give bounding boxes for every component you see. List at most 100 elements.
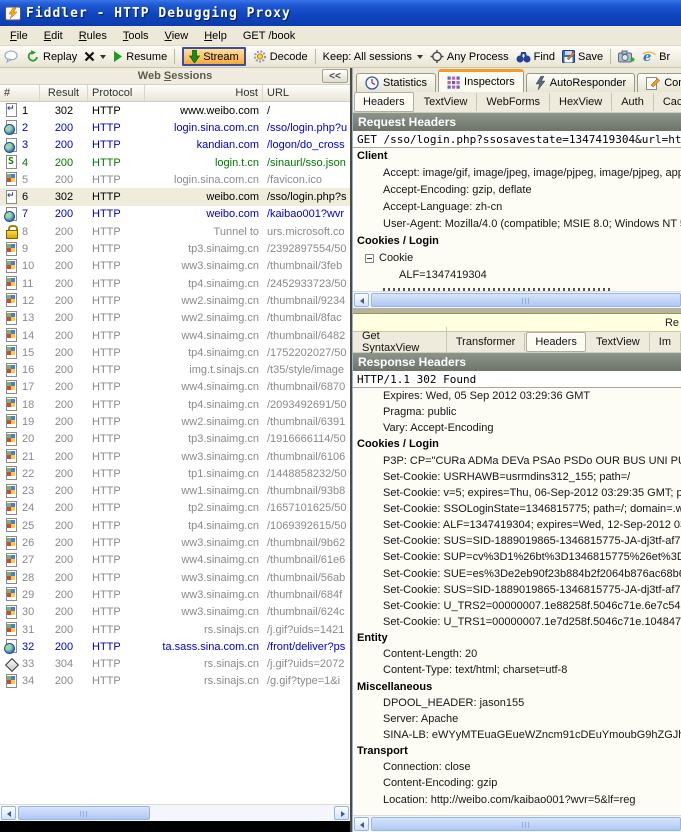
session-protocol: HTTP [88, 364, 145, 376]
keep-sessions-dropdown[interactable]: Keep: All sessions [323, 51, 423, 63]
remove-sessions-button[interactable] [84, 51, 106, 62]
session-row[interactable]: 34200HTTPrs.sinajs.cn/g.gif?type=1&i [0, 673, 350, 690]
session-row[interactable]: 20200HTTPtp3.sinaimg.cn/1916666114/50 [0, 431, 350, 448]
request-tab-webforms[interactable]: WebForms [477, 93, 550, 111]
session-row[interactable]: 29200HTTPww3.sinaimg.cn/thumbnail/684f [0, 586, 350, 603]
request-tab-cac[interactable]: Cac [654, 93, 681, 111]
column-header-num[interactable]: # [0, 85, 40, 101]
session-row[interactable]: 3200HTTPkandian.com/logon/do_cross [0, 137, 350, 154]
session-host: ww2.sinaimg.cn [145, 312, 263, 324]
scroll-left-arrow-icon[interactable] [354, 817, 369, 831]
response-tab-transformer[interactable]: Transformer [447, 333, 526, 351]
response-tab-headers[interactable]: Headers [526, 332, 586, 352]
session-row[interactable]: 19200HTTPww2.sinaimg.cn/thumbnail/6391 [0, 413, 350, 430]
save-button[interactable]: Save [562, 50, 603, 63]
session-row[interactable]: 28200HTTPww3.sinaimg.cn/thumbnail/56ab [0, 569, 350, 586]
session-row[interactable]: 26200HTTPww3.sinaimg.cn/thumbnail/9b62 [0, 534, 350, 551]
menu-rules[interactable]: Rules [71, 27, 115, 45]
scroll-thumb[interactable] [371, 293, 681, 307]
session-row[interactable]: 1302HTTPwww.weibo.com/ [0, 102, 350, 119]
header-line: Set-Cookie: ALF=1347419304; expires=Wed,… [353, 517, 681, 533]
session-row[interactable]: 23200HTTPww1.sinaimg.cn/thumbnail/93b8 [0, 483, 350, 500]
response-tab-textview[interactable]: TextView [587, 333, 650, 351]
session-row[interactable]: 7200HTTPweibo.com/kaibao001?wvr [0, 206, 350, 223]
session-result: 200 [40, 174, 88, 186]
script-icon [4, 155, 19, 170]
browse-button[interactable]: e Br [642, 50, 670, 63]
session-row[interactable]: 21200HTTPww3.sinaimg.cn/thumbnail/6106 [0, 448, 350, 465]
session-row[interactable]: 15200HTTPtp4.sinaimg.cn/1752202027/50 [0, 344, 350, 361]
session-row[interactable]: 18200HTTPtp4.sinaimg.cn/2093492691/50 [0, 396, 350, 413]
request-tab-textview[interactable]: TextView [415, 93, 478, 111]
session-row[interactable]: 11200HTTPtp4.sinaimg.cn/2452933723/50 [0, 275, 350, 292]
column-header-host[interactable]: Host [145, 85, 263, 101]
header-line: Set-Cookie: SUE=es%3De2eb90f23b884b2f206… [353, 566, 681, 582]
session-row[interactable]: 10200HTTPww3.sinaimg.cn/thumbnail/3feb [0, 258, 350, 275]
session-row[interactable]: 25200HTTPtp4.sinaimg.cn/1069392615/50 [0, 517, 350, 534]
session-row[interactable]: 27200HTTPww4.sinaimg.cn/thumbnail/61e6 [0, 552, 350, 569]
menu-file[interactable]: File [2, 27, 36, 45]
screenshot-button[interactable] [618, 50, 635, 63]
menu-get-book[interactable]: GET /book [235, 27, 303, 45]
session-row[interactable]: 24200HTTPtp2.sinaimg.cn/1657101625/50 [0, 500, 350, 517]
column-header-url[interactable]: URL [263, 85, 350, 101]
scroll-right-arrow-icon[interactable] [334, 806, 349, 820]
tab-comp[interactable]: Comp [637, 73, 681, 92]
resume-button[interactable]: Resume [113, 51, 167, 63]
session-id-cell: 34 [0, 674, 40, 689]
session-row[interactable]: 14200HTTPww4.sinaimg.cn/thumbnail/6482 [0, 327, 350, 344]
session-row[interactable]: 8200HTTPTunnel tours.microsoft.co [0, 223, 350, 240]
session-row[interactable]: 16200HTTPimg.t.sinajs.cn/t35/style/image [0, 361, 350, 378]
request-tab-auth[interactable]: Auth [612, 93, 654, 111]
replay-button[interactable]: Replay [26, 50, 77, 63]
session-row[interactable]: 9200HTTPtp3.sinaimg.cn/2392897554/50 [0, 240, 350, 257]
session-number: 26 [22, 537, 34, 549]
request-tab-hexview[interactable]: HexView [550, 93, 612, 111]
any-process-button[interactable]: Any Process [430, 50, 509, 63]
decode-toggle-button[interactable]: Decode [253, 50, 308, 63]
session-row[interactable]: 31200HTTPrs.sinajs.cn/j.gif?uids=1421 [0, 621, 350, 638]
find-button[interactable]: Find [516, 51, 555, 63]
request-tab-headers[interactable]: Headers [354, 92, 414, 112]
request-horizontal-scrollbar[interactable] [353, 291, 681, 308]
session-row[interactable]: 6302HTTPweibo.com/sso/login.php?s [0, 188, 350, 205]
session-row[interactable]: 32200HTTPta.sass.sina.com.cn/front/deliv… [0, 638, 350, 655]
menu-help[interactable]: Help [196, 27, 235, 45]
session-url: /1657101625/50 [263, 502, 350, 514]
session-id-cell: 31 [0, 622, 40, 637]
collapse-minus-icon[interactable] [365, 254, 374, 263]
column-header-protocol[interactable]: Protocol [88, 85, 145, 101]
scroll-thumb[interactable] [18, 806, 150, 820]
tab-inspectors[interactable]: Inspectors [438, 69, 524, 92]
scroll-left-arrow-icon[interactable] [1, 806, 16, 820]
scroll-thumb[interactable] [371, 817, 681, 831]
session-row[interactable]: 17200HTTPww4.sinaimg.cn/thumbnail/6870 [0, 379, 350, 396]
tab-autoresponder[interactable]: AutoResponder [526, 73, 635, 92]
session-row[interactable]: 22200HTTPtp1.sinaimg.cn/1448858232/50 [0, 465, 350, 482]
session-row[interactable]: 2200HTTPlogin.sina.com.cn/sso/login.php?… [0, 119, 350, 136]
session-row[interactable]: 4200HTTPlogin.t.cn/sinaurl/sso.json [0, 154, 350, 171]
header-line: ALF=1347419304 [353, 267, 681, 284]
clipped-header-line [353, 284, 681, 291]
scroll-left-arrow-icon[interactable] [354, 293, 369, 307]
response-status-line: HTTP/1.1 302 Found [353, 371, 681, 388]
response-tab-im[interactable]: Im [650, 333, 681, 351]
session-row[interactable]: 5200HTTPlogin.sina.com.cn/favicon.ico [0, 171, 350, 188]
stream-toggle-button[interactable]: Stream [182, 47, 245, 66]
menu-view[interactable]: View [157, 27, 197, 45]
session-row[interactable]: 30200HTTPww3.sinaimg.cn/thumbnail/624c [0, 604, 350, 621]
session-row[interactable]: 12200HTTPww2.sinaimg.cn/thumbnail/9234 [0, 292, 350, 309]
session-url: /thumbnail/6106 [263, 451, 350, 463]
menu-edit[interactable]: Edit [36, 27, 71, 45]
remove-dropdown-arrow-icon[interactable] [100, 55, 106, 59]
column-header-result[interactable]: Result [40, 85, 88, 101]
collapse-panel-button[interactable]: << [322, 69, 348, 83]
comment-button[interactable] [4, 50, 19, 63]
response-horizontal-scrollbar[interactable] [353, 815, 681, 832]
diamond-icon [4, 657, 19, 672]
tab-statistics[interactable]: Statistics [356, 73, 436, 92]
sessions-horizontal-scrollbar[interactable] [0, 804, 350, 821]
menu-tools[interactable]: Tools [115, 27, 157, 45]
session-row[interactable]: 33304HTTPrs.sinajs.cn/j.gif?uids=2072 [0, 656, 350, 673]
session-row[interactable]: 13200HTTPww2.sinaimg.cn/thumbnail/8fac [0, 310, 350, 327]
